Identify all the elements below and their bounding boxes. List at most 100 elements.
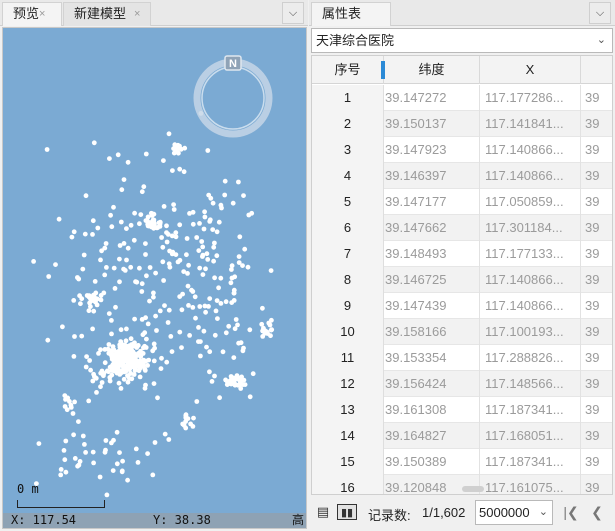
table-row[interactable]: 9 39.147439 117.140866... 39	[312, 293, 612, 319]
chevron-down-icon[interactable]: ⌵	[589, 2, 611, 24]
hospital-point[interactable]	[229, 300, 235, 305]
hospital-point[interactable]	[128, 222, 134, 228]
hospital-point[interactable]	[161, 158, 166, 164]
hospital-point[interactable]	[109, 372, 115, 378]
hospital-point[interactable]	[171, 207, 177, 212]
hospital-point[interactable]	[132, 340, 137, 346]
hospital-point[interactable]	[161, 204, 167, 209]
hospital-point[interactable]	[159, 235, 165, 240]
hospital-point[interactable]	[160, 244, 166, 250]
hospital-point[interactable]	[237, 234, 243, 240]
hospital-point[interactable]	[181, 169, 187, 175]
hospital-point[interactable]	[171, 150, 177, 156]
hospital-point[interactable]	[177, 166, 183, 172]
hospital-point[interactable]	[200, 272, 206, 277]
hospital-point[interactable]	[119, 469, 125, 475]
hospital-point[interactable]	[86, 308, 92, 314]
hospital-point[interactable]	[158, 366, 164, 371]
hospital-point[interactable]	[177, 294, 183, 299]
hospital-point[interactable]	[202, 214, 208, 220]
hospital-point[interactable]	[157, 224, 163, 229]
tab-attribute-table[interactable]: 属性表	[311, 2, 391, 26]
hospital-point[interactable]	[143, 252, 148, 257]
table-row[interactable]: 15 39.150389 117.187341... 39	[312, 449, 612, 475]
hospital-point[interactable]	[116, 380, 122, 386]
hospital-point[interactable]	[145, 451, 151, 456]
hospital-point[interactable]	[110, 344, 116, 349]
list-view-icon[interactable]: ▤	[315, 504, 331, 520]
hospital-point[interactable]	[103, 447, 108, 453]
hospital-point[interactable]	[188, 421, 194, 427]
hospital-point[interactable]	[145, 363, 151, 368]
hospital-point[interactable]	[98, 384, 103, 390]
hospital-point[interactable]	[236, 179, 241, 185]
hospital-point[interactable]	[201, 328, 207, 334]
hospital-point[interactable]	[205, 257, 211, 262]
hospital-point[interactable]	[190, 305, 196, 310]
hospital-point[interactable]	[124, 226, 129, 232]
table-row[interactable]: 16 39.120848 117.161075... 39	[312, 475, 612, 494]
compass-icon[interactable]: N	[190, 55, 276, 141]
hospital-point[interactable]	[162, 431, 168, 437]
hospital-point[interactable]	[70, 411, 76, 416]
hospital-point[interactable]	[139, 289, 145, 294]
hospital-point[interactable]	[191, 415, 196, 421]
hospital-point[interactable]	[99, 248, 104, 254]
hospital-point[interactable]	[184, 236, 190, 241]
hospital-point[interactable]	[268, 268, 274, 273]
hospital-point[interactable]	[161, 278, 167, 283]
hospital-point[interactable]	[175, 142, 181, 148]
hospital-point[interactable]	[88, 304, 93, 309]
hospital-point[interactable]	[125, 373, 131, 379]
hospital-point[interactable]	[145, 321, 151, 327]
hospital-point[interactable]	[111, 204, 116, 210]
hospital-point[interactable]	[128, 264, 134, 270]
hospital-point[interactable]	[131, 355, 137, 361]
hospital-point[interactable]	[261, 325, 266, 331]
hospital-point[interactable]	[212, 373, 217, 379]
hospital-point[interactable]	[76, 419, 81, 424]
hospital-point[interactable]	[183, 425, 189, 431]
hospital-point[interactable]	[212, 240, 217, 246]
table-row[interactable]: 12 39.156424 117.148566... 39	[312, 371, 612, 397]
hospital-point[interactable]	[106, 342, 112, 347]
hospital-point[interactable]	[118, 327, 124, 333]
tab-new-model[interactable]: 新建模型 ×	[63, 2, 151, 26]
hospital-point[interactable]	[138, 212, 144, 218]
hospital-point[interactable]	[184, 252, 189, 258]
hospital-point[interactable]	[218, 275, 224, 281]
attribute-table[interactable]: 序号 纬度 X 1 39.147272 117.177286... 39 2 39.150…	[311, 55, 613, 495]
hospital-point[interactable]	[214, 253, 220, 259]
hospital-point[interactable]	[150, 472, 156, 478]
hospital-point[interactable]	[216, 285, 222, 291]
hospital-point[interactable]	[98, 347, 103, 353]
hospital-point[interactable]	[175, 259, 181, 265]
hospital-point[interactable]	[98, 257, 103, 263]
hospital-point[interactable]	[247, 327, 253, 333]
hospital-point[interactable]	[31, 259, 36, 264]
hospital-point[interactable]	[138, 350, 144, 356]
hospital-point[interactable]	[110, 468, 116, 473]
hospital-point[interactable]	[102, 360, 108, 366]
prev-page-icon[interactable]: ❮	[587, 502, 607, 522]
hospital-point[interactable]	[196, 325, 201, 330]
hospital-point[interactable]	[87, 358, 92, 363]
hospital-point[interactable]	[125, 159, 131, 165]
hospital-point[interactable]	[230, 200, 236, 206]
hospital-point[interactable]	[84, 354, 89, 359]
hospital-point[interactable]	[95, 225, 101, 231]
hospital-point[interactable]	[137, 265, 142, 271]
hospital-point[interactable]	[225, 379, 230, 385]
hospital-point[interactable]	[92, 279, 98, 284]
hospital-point[interactable]	[198, 353, 203, 359]
hospital-point[interactable]	[164, 239, 170, 245]
hospital-point[interactable]	[79, 333, 85, 339]
hospital-point[interactable]	[199, 239, 205, 244]
hospital-point[interactable]	[139, 281, 145, 287]
hospital-point[interactable]	[72, 399, 77, 405]
hospital-point[interactable]	[204, 344, 209, 350]
hospital-point[interactable]	[137, 221, 142, 227]
hospital-point[interactable]	[133, 279, 138, 285]
hospital-point[interactable]	[120, 458, 125, 464]
hospital-point[interactable]	[128, 336, 134, 342]
